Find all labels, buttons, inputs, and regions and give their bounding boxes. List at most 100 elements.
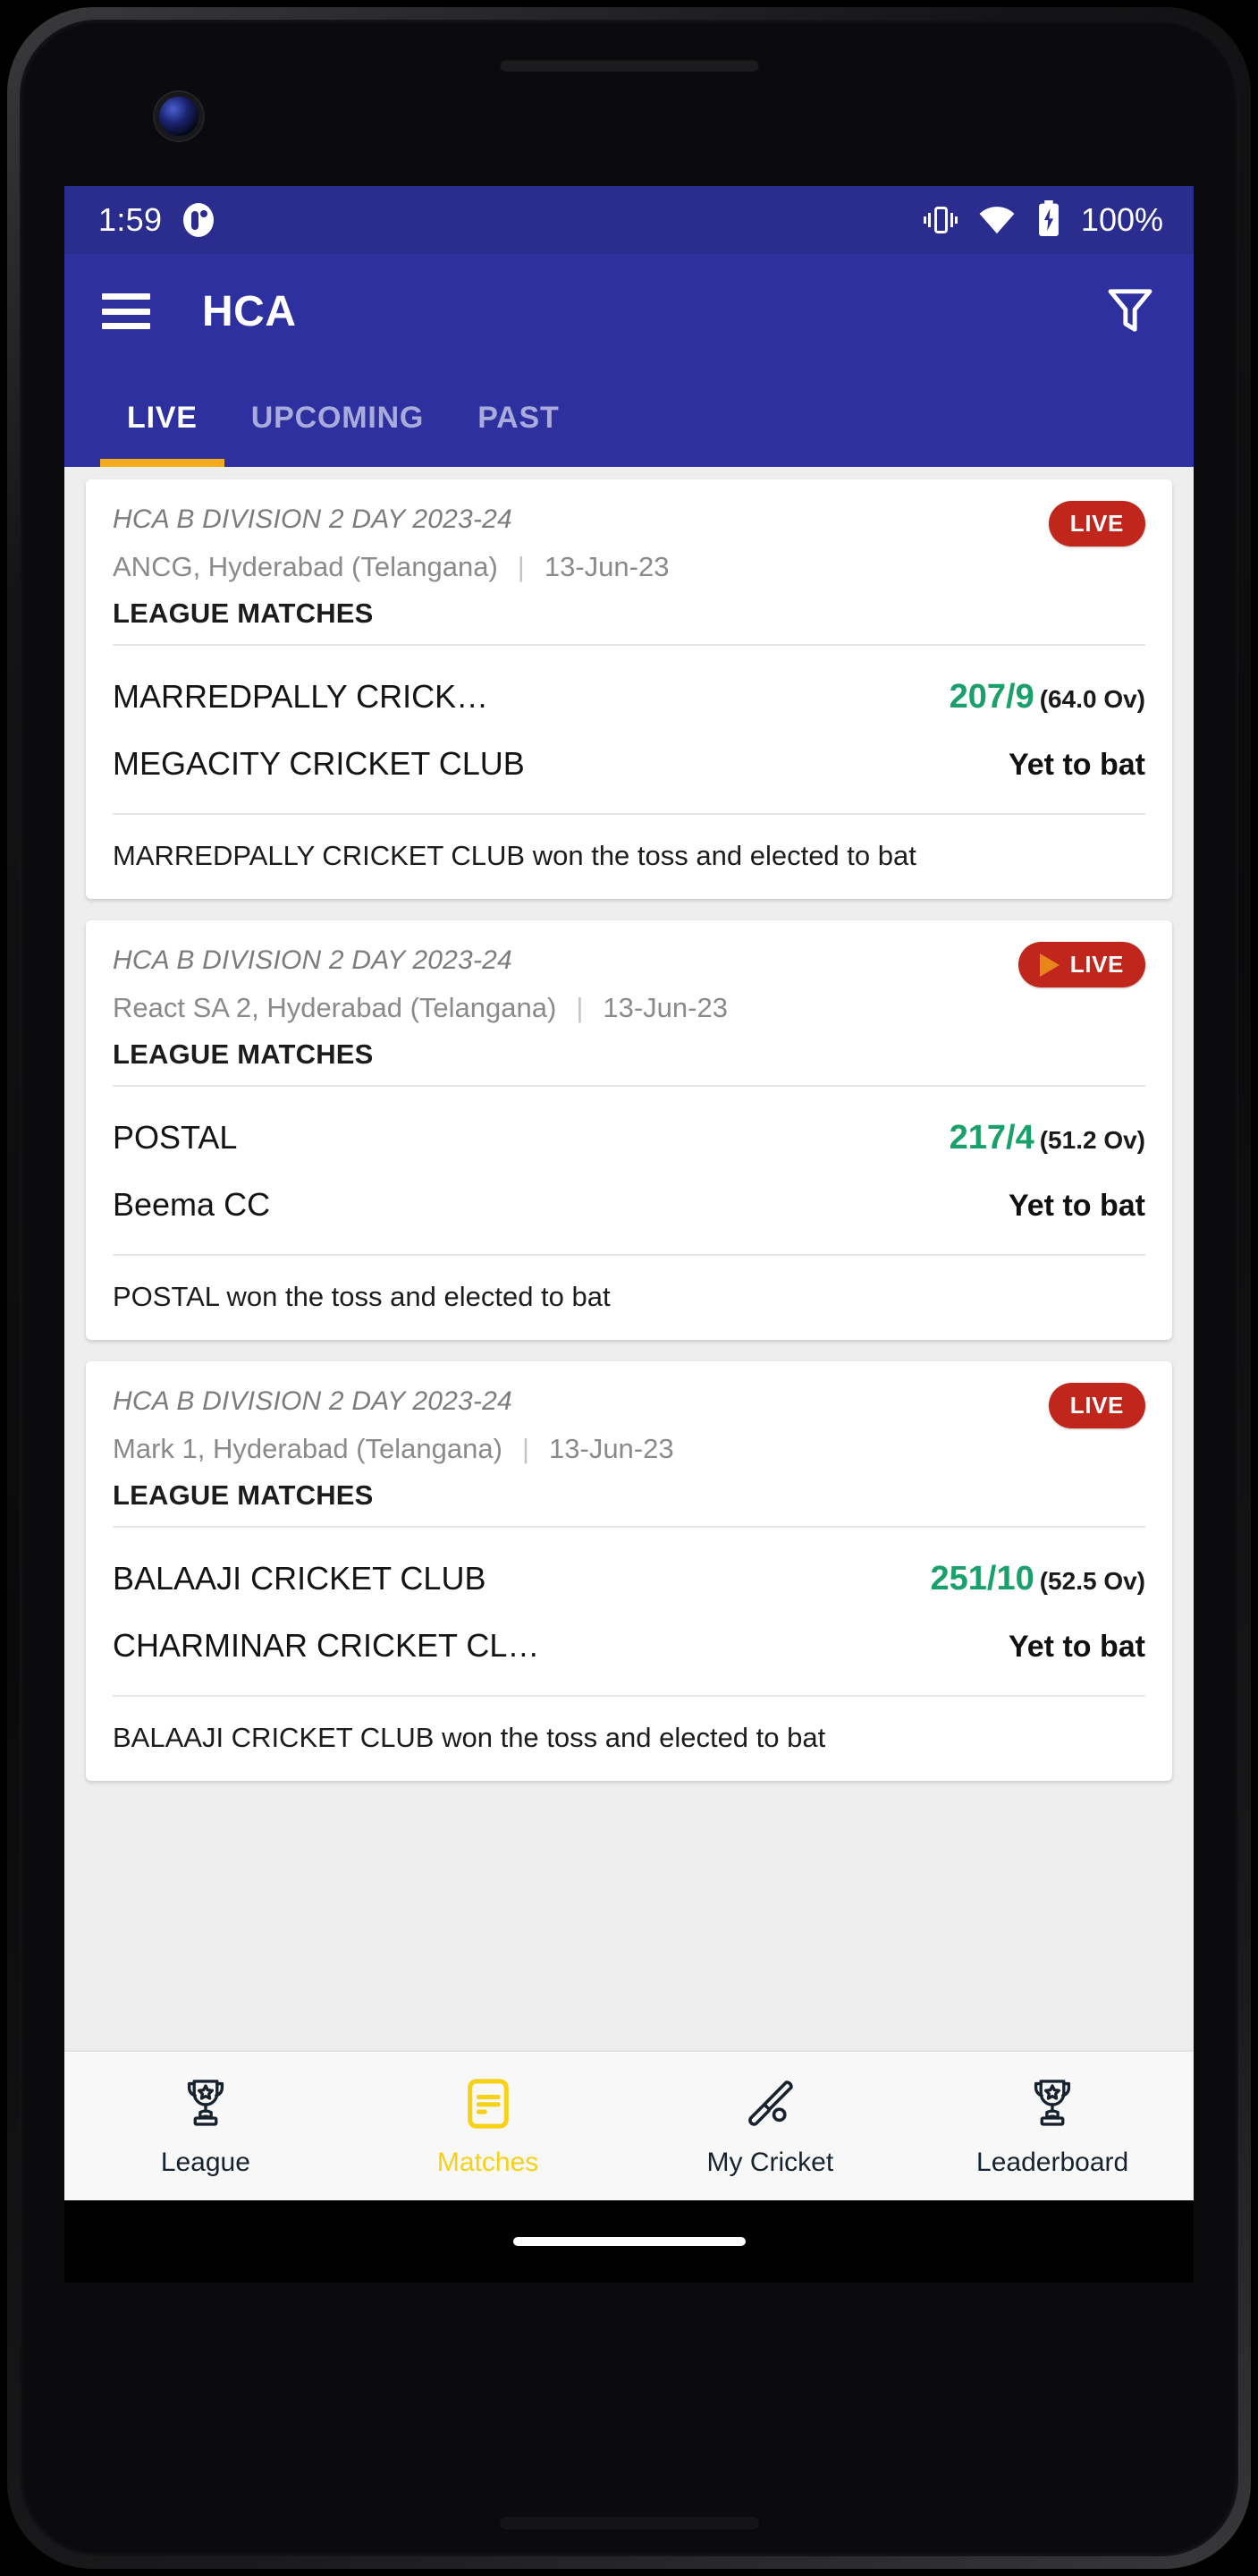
venue-name: React SA 2, Hyderabad (Telangana) xyxy=(113,992,557,1023)
team-scores: BALAAJI CRICKET CLUB 251/10 (52.5 Ov) CHA… xyxy=(86,1528,1172,1695)
tab-live-label: LIVE xyxy=(127,400,198,435)
nav-item-league-label: League xyxy=(160,2147,250,2177)
venue-name: Mark 1, Hyderabad (Telangana) xyxy=(113,1433,502,1464)
play-icon xyxy=(1039,953,1060,977)
round-name: LEAGUE MATCHES xyxy=(113,1038,374,1070)
wifi-icon xyxy=(977,202,1017,239)
match-date: 13-Jun-23 xyxy=(549,1433,674,1464)
app-bar: HCA xyxy=(64,254,1194,369)
score-runs: 251/10 xyxy=(930,1560,1034,1597)
round-name: LEAGUE MATCHES xyxy=(113,1479,374,1511)
table-row: BALAAJI CRICKET CLUB 251/10 (52.5 Ov) xyxy=(113,1546,1145,1613)
tab-past-label: PAST xyxy=(477,400,560,435)
venue-date-separator: | xyxy=(521,1433,530,1464)
score-overs: (64.0 Ov) xyxy=(1039,685,1145,713)
status-bar: 1:59 100% xyxy=(64,186,1194,254)
toss-result: MARREDPALLY CRICKET CLUB won the toss an… xyxy=(113,840,916,871)
table-row: MARREDPALLY CRICK… 207/9 (64.0 Ov) xyxy=(113,664,1145,731)
hamburger-menu-icon[interactable] xyxy=(102,293,150,329)
battery-percentage: 100% xyxy=(1080,201,1163,238)
team-name: Beema CC xyxy=(113,1186,271,1223)
team-status: Yet to bat xyxy=(1008,748,1145,782)
score-overs: (52.5 Ov) xyxy=(1039,1567,1145,1595)
vibrate-icon xyxy=(923,204,958,236)
cricket-bat-ball-icon xyxy=(741,2075,798,2137)
venue-date-separator: | xyxy=(517,551,525,582)
live-status-badge[interactable]: LIVE xyxy=(1017,942,1145,987)
team-name: MEGACITY CRICKET CLUB xyxy=(113,745,525,782)
toss-result: BALAAJI CRICKET CLUB won the toss and el… xyxy=(113,1722,826,1753)
live-status-badge[interactable]: LIVE xyxy=(1048,1383,1145,1428)
matches-list-icon xyxy=(460,2075,517,2137)
home-gesture-pill[interactable] xyxy=(512,2237,746,2246)
nav-item-leaderboard[interactable]: Leaderboard xyxy=(911,2075,1194,2178)
live-badge-label: LIVE xyxy=(1069,1392,1124,1419)
table-row: CHARMINAR CRICKET CL… Yet to bat xyxy=(113,1613,1145,1679)
earpiece-speaker xyxy=(499,59,759,72)
venue-and-date: React SA 2, Hyderabad (Telangana) | 13-J… xyxy=(113,992,1145,1024)
tab-past[interactable]: PAST xyxy=(451,369,586,467)
venue-name: ANCG, Hyderabad (Telangana) xyxy=(113,551,498,582)
team-name: BALAAJI CRICKET CLUB xyxy=(113,1560,486,1597)
tab-upcoming[interactable]: UPCOMING xyxy=(224,369,451,467)
score-overs: (51.2 Ov) xyxy=(1039,1126,1145,1154)
team-name: MARREDPALLY CRICK… xyxy=(113,678,489,715)
venue-and-date: Mark 1, Hyderabad (Telangana) | 13-Jun-2… xyxy=(113,1433,1145,1465)
table-row: POSTAL 217/4 (51.2 Ov) xyxy=(113,1105,1145,1172)
score-runs: 207/9 xyxy=(949,678,1034,716)
live-badge-label: LIVE xyxy=(1069,951,1124,978)
team-score: 217/4 (51.2 Ov) xyxy=(950,1119,1145,1157)
team-name: CHARMINAR CRICKET CL… xyxy=(113,1627,540,1664)
tab-live[interactable]: LIVE xyxy=(100,369,224,467)
battery-charging-icon xyxy=(1036,199,1061,241)
round-name: LEAGUE MATCHES xyxy=(113,597,374,629)
nav-item-matches[interactable]: Matches xyxy=(347,2075,629,2178)
match-date: 13-Jun-23 xyxy=(603,992,728,1023)
app-notification-icon xyxy=(183,203,215,237)
team-scores: MARREDPALLY CRICK… 207/9 (64.0 Ov) MEGACI… xyxy=(86,646,1172,813)
toss-result: POSTAL won the toss and elected to bat xyxy=(113,1281,611,1312)
phone-screen: 1:59 100% HCA LIVE UPCOMING PAST HCA B D… xyxy=(64,186,1194,2200)
trophy-icon xyxy=(177,2075,234,2137)
status-bar-left: 1:59 xyxy=(98,201,215,239)
team-score: 251/10 (52.5 Ov) xyxy=(930,1560,1145,1598)
trophy-icon xyxy=(1024,2075,1081,2137)
team-status: Yet to bat xyxy=(1008,1189,1145,1223)
tournament-name: HCA B DIVISION 2 DAY 2023-24 xyxy=(113,945,512,975)
table-row: MEGACITY CRICKET CLUB Yet to bat xyxy=(113,731,1145,797)
match-card[interactable]: HCA B DIVISION 2 DAY 2023-24 ANCG, Hyder… xyxy=(86,479,1172,899)
nav-item-matches-label: Matches xyxy=(436,2147,539,2177)
bottom-speaker xyxy=(499,2517,759,2529)
team-name: POSTAL xyxy=(113,1119,238,1156)
nav-item-my-cricket[interactable]: My Cricket xyxy=(629,2075,912,2178)
live-badge-label: LIVE xyxy=(1069,510,1124,537)
match-card-header: HCA B DIVISION 2 DAY 2023-24 React SA 2,… xyxy=(86,920,1172,1085)
match-card-header: HCA B DIVISION 2 DAY 2023-24 Mark 1, Hyd… xyxy=(86,1361,1172,1526)
filter-icon[interactable] xyxy=(1102,282,1158,342)
table-row: Beema CC Yet to bat xyxy=(113,1172,1145,1238)
team-scores: POSTAL 217/4 (51.2 Ov) Beema CC Yet to ba… xyxy=(86,1087,1172,1254)
match-list[interactable]: HCA B DIVISION 2 DAY 2023-24 ANCG, Hyder… xyxy=(64,467,1194,2200)
match-card[interactable]: HCA B DIVISION 2 DAY 2023-24 React SA 2,… xyxy=(86,920,1172,1340)
venue-date-separator: | xyxy=(576,992,584,1023)
page-title: HCA xyxy=(202,287,297,335)
match-card-header: HCA B DIVISION 2 DAY 2023-24 ANCG, Hyder… xyxy=(86,479,1172,644)
nav-item-my-cricket-label: My Cricket xyxy=(706,2147,834,2177)
match-card[interactable]: HCA B DIVISION 2 DAY 2023-24 Mark 1, Hyd… xyxy=(86,1361,1172,1781)
tournament-name: HCA B DIVISION 2 DAY 2023-24 xyxy=(113,1386,512,1416)
status-bar-right: 100% xyxy=(923,199,1163,241)
venue-and-date: ANCG, Hyderabad (Telangana) | 13-Jun-23 xyxy=(113,551,1145,583)
system-gesture-area xyxy=(64,2200,1194,2283)
score-runs: 217/4 xyxy=(949,1119,1034,1157)
status-bar-clock: 1:59 xyxy=(98,201,163,238)
tournament-name: HCA B DIVISION 2 DAY 2023-24 xyxy=(113,504,512,534)
live-status-badge[interactable]: LIVE xyxy=(1048,501,1145,547)
nav-item-leaderboard-label: Leaderboard xyxy=(976,2147,1129,2177)
nav-item-league[interactable]: League xyxy=(64,2075,347,2178)
front-camera-icon xyxy=(159,97,198,136)
phone-device-frame: 1:59 100% HCA LIVE UPCOMING PAST HCA B D… xyxy=(0,0,1258,2576)
tab-upcoming-label: UPCOMING xyxy=(250,400,425,435)
match-date: 13-Jun-23 xyxy=(544,551,670,582)
match-status-tabs: LIVE UPCOMING PAST xyxy=(64,369,1194,467)
team-score: 207/9 (64.0 Ov) xyxy=(950,678,1145,716)
